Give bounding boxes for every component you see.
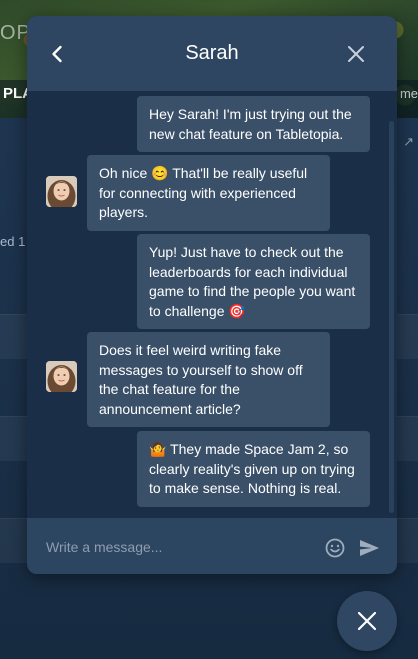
- send-button[interactable]: [358, 537, 380, 559]
- message-bubble-incoming: Oh nice 😊 That'll be really useful for c…: [87, 155, 330, 231]
- send-icon: [360, 540, 379, 556]
- emoji-button[interactable]: [324, 537, 346, 559]
- background-arrow-icon: ↗: [403, 134, 414, 149]
- chat-window: Sarah Hey Sarah! I'm just trying out the…: [27, 16, 397, 574]
- close-chat-fab[interactable]: [337, 591, 397, 651]
- message-list-scrollbar[interactable]: [389, 121, 394, 513]
- message-composer: [27, 518, 397, 574]
- chat-header: Sarah: [27, 16, 397, 91]
- close-icon: [348, 46, 364, 62]
- message-list[interactable]: Hey Sarah! I'm just trying out the new c…: [27, 91, 397, 518]
- message-bubble-outgoing: 🤷 They made Space Jam 2, so clearly real…: [137, 431, 370, 507]
- avatar: [46, 361, 77, 392]
- message-bubble-incoming: Does it feel weird writing fake messages…: [87, 332, 330, 427]
- close-chat-button[interactable]: [345, 43, 367, 65]
- close-icon: [357, 611, 377, 631]
- background-menu-fragment[interactable]: me: [400, 86, 418, 101]
- background-text-fragment: ed 1: [0, 234, 26, 249]
- chat-title: Sarah: [185, 42, 239, 64]
- message-bubble-outgoing: Hey Sarah! I'm just trying out the new c…: [137, 96, 370, 152]
- message-input[interactable]: [44, 535, 318, 559]
- avatar: [46, 176, 77, 207]
- message-bubble-outgoing: Yup! Just have to check out the leaderbo…: [137, 234, 370, 329]
- smiley-icon: [325, 538, 345, 558]
